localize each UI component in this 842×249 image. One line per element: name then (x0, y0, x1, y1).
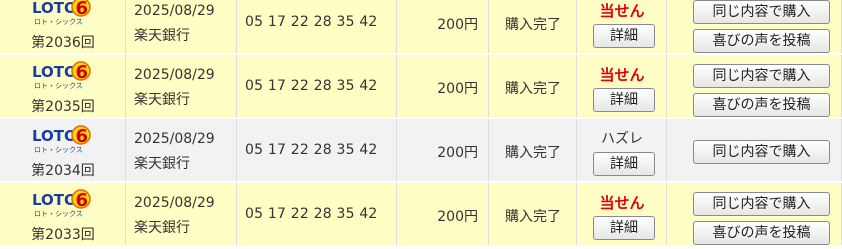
result-cell: 当せん 詳細 (577, 55, 667, 117)
logo-digit: 6 (76, 0, 89, 19)
table-row: LOTO 6 ロト・シックス 第2036回 2025/08/29 楽天銀行 05… (0, 0, 842, 55)
numbers-cell: 05 17 22 28 35 42 (237, 183, 397, 245)
purchase-info-cell: 2025/08/29 楽天銀行 (126, 183, 237, 245)
price: 200円 (437, 17, 478, 33)
actions-cell: 同じ内容で購入 喜びの声を投稿 (667, 0, 842, 53)
logo-kana: ロト・シックス (34, 146, 83, 154)
actions-cell: 同じ内容で購入 喜びの声を投稿 (667, 183, 842, 245)
table-row: LOTO 6 ロト・シックス 第2034回 2025/08/29 楽天銀行 05… (0, 119, 842, 183)
draw-round: 第2036回 (31, 35, 95, 51)
numbers-cell: 05 17 22 28 35 42 (237, 119, 397, 181)
price-cell: 200円 (397, 0, 489, 53)
result-cell: 当せん 詳細 (577, 183, 667, 245)
price: 200円 (437, 145, 478, 161)
actions-cell: 同じ内容で購入 (667, 119, 842, 181)
selected-numbers: 05 17 22 28 35 42 (245, 142, 378, 158)
status-cell: 購入完了 (489, 183, 577, 245)
result-cell: 当せん 詳細 (577, 0, 667, 53)
detail-button[interactable]: 詳細 (593, 216, 655, 240)
purchase-info-cell: 2025/08/29 楽天銀行 (126, 0, 237, 53)
detail-button[interactable]: 詳細 (593, 152, 655, 176)
purchase-status: 購入完了 (505, 81, 561, 97)
loto6-logo: LOTO 6 ロト・シックス (32, 61, 91, 90)
selected-numbers: 05 17 22 28 35 42 (245, 14, 378, 30)
logo-digit: 6 (76, 126, 89, 147)
selected-numbers: 05 17 22 28 35 42 (245, 78, 378, 94)
result-cell: ハズレ 詳細 (577, 119, 667, 181)
price-cell: 200円 (397, 183, 489, 245)
post-joy-button[interactable]: 喜びの声を投稿 (693, 93, 830, 117)
purchase-status: 購入完了 (505, 209, 561, 225)
purchase-history-table: LOTO 6 ロト・シックス 第2036回 2025/08/29 楽天銀行 05… (0, 0, 842, 247)
table-row: LOTO 6 ロト・シックス 第2033回 2025/08/29 楽天銀行 05… (0, 183, 842, 247)
draw-round: 第2033回 (31, 227, 95, 243)
price: 200円 (437, 209, 478, 225)
payment-bank: 楽天銀行 (134, 28, 190, 44)
loto6-logo: LOTO 6 ロト・シックス (32, 0, 91, 26)
selected-numbers: 05 17 22 28 35 42 (245, 206, 378, 222)
lottery-cell: LOTO 6 ロト・シックス 第2033回 (0, 183, 126, 245)
logo-kana: ロト・シックス (34, 82, 83, 90)
purchase-history: LOTO 6 ロト・シックス 第2036回 2025/08/29 楽天銀行 05… (0, 0, 842, 249)
buy-same-button[interactable]: 同じ内容で購入 (693, 140, 830, 164)
detail-button[interactable]: 詳細 (593, 88, 655, 112)
logo-kana: ロト・シックス (34, 210, 83, 218)
post-joy-button[interactable]: 喜びの声を投稿 (693, 221, 830, 245)
price: 200円 (437, 81, 478, 97)
table-row: LOTO 6 ロト・シックス 第2035回 2025/08/29 楽天銀行 05… (0, 55, 842, 119)
draw-result: 当せん (599, 194, 645, 212)
draw-round: 第2035回 (31, 99, 95, 115)
status-cell: 購入完了 (489, 55, 577, 117)
draw-result: 当せん (599, 2, 645, 20)
logo-text: LOTO (32, 191, 77, 209)
draw-round: 第2034回 (31, 163, 95, 179)
loto6-logo: LOTO 6 ロト・シックス (32, 189, 91, 218)
purchase-info-cell: 2025/08/29 楽天銀行 (126, 55, 237, 117)
post-joy-button[interactable]: 喜びの声を投稿 (693, 29, 830, 53)
detail-button[interactable]: 詳細 (593, 24, 655, 48)
numbers-cell: 05 17 22 28 35 42 (237, 0, 397, 53)
logo-text: LOTO (32, 0, 77, 17)
purchase-status: 購入完了 (505, 17, 561, 33)
payment-bank: 楽天銀行 (134, 220, 190, 236)
purchase-info-cell: 2025/08/29 楽天銀行 (126, 119, 237, 181)
actions-cell: 同じ内容で購入 喜びの声を投稿 (667, 55, 842, 117)
logo-text: LOTO (32, 127, 77, 145)
buy-same-button[interactable]: 同じ内容で購入 (693, 192, 830, 216)
loto6-logo: LOTO 6 ロト・シックス (32, 125, 91, 154)
numbers-cell: 05 17 22 28 35 42 (237, 55, 397, 117)
payment-bank: 楽天銀行 (134, 92, 190, 108)
buy-same-button[interactable]: 同じ内容で購入 (693, 64, 830, 88)
logo-digit: 6 (76, 190, 89, 211)
lottery-cell: LOTO 6 ロト・シックス 第2035回 (0, 55, 126, 117)
logo-kana: ロト・シックス (34, 18, 83, 26)
status-cell: 購入完了 (489, 119, 577, 181)
lottery-cell: LOTO 6 ロト・シックス 第2036回 (0, 0, 126, 53)
buy-same-button[interactable]: 同じ内容で購入 (693, 0, 830, 24)
logo-text: LOTO (32, 63, 77, 81)
draw-result: ハズレ (601, 131, 643, 147)
purchase-status: 購入完了 (505, 145, 561, 161)
status-cell: 購入完了 (489, 0, 577, 53)
price-cell: 200円 (397, 55, 489, 117)
lottery-cell: LOTO 6 ロト・シックス 第2034回 (0, 119, 126, 181)
purchase-date: 2025/08/29 (134, 195, 215, 211)
purchase-date: 2025/08/29 (134, 67, 215, 83)
purchase-date: 2025/08/29 (134, 3, 215, 19)
price-cell: 200円 (397, 119, 489, 181)
logo-digit: 6 (76, 62, 89, 83)
purchase-date: 2025/08/29 (134, 131, 215, 147)
payment-bank: 楽天銀行 (134, 156, 190, 172)
draw-result: 当せん (599, 66, 645, 84)
